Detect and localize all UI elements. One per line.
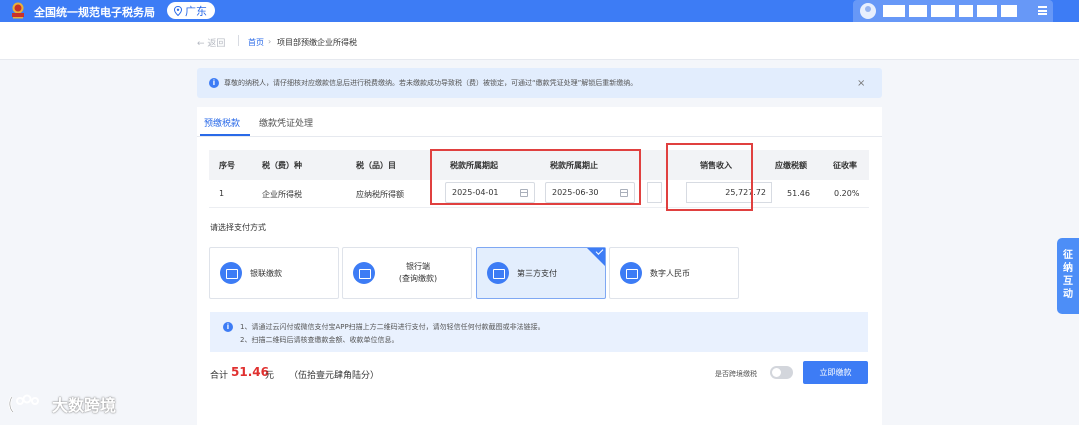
digital-rmb-icon — [620, 262, 642, 284]
side-tab-char: 纳 — [1063, 263, 1073, 274]
col-tax-due: 应缴税额 — [775, 161, 807, 170]
menu-icon[interactable] — [1038, 6, 1047, 15]
side-tab-char: 动 — [1063, 289, 1073, 300]
col-tax-type: 税（费）种 — [262, 161, 302, 170]
user-name-redacted — [883, 5, 1033, 17]
pay-option-third-party[interactable]: 第三方支付 — [476, 247, 606, 299]
breadcrumb-current: 项目部预缴企业所得税 — [277, 38, 357, 47]
payment-method-label: 请选择支付方式 — [210, 223, 266, 232]
region-selector[interactable]: 广东 — [167, 2, 215, 19]
pay-option-label: 银联缴款 — [250, 269, 282, 278]
pay-option-digital-rmb[interactable]: 数字人民币 — [609, 247, 739, 299]
side-tab-char: 征 — [1063, 250, 1073, 261]
location-pin-icon — [173, 5, 183, 16]
back-link[interactable]: ← 返回 — [197, 36, 225, 49]
breadcrumb: ← 返回 首页 › 项目部预缴企业所得税 — [0, 22, 1079, 60]
notice-close-button[interactable]: × — [857, 78, 865, 89]
pay-option-sublabel: (查询缴款) — [398, 274, 438, 283]
tab-divider — [197, 136, 882, 137]
pay-now-button[interactable]: 立即缴款 — [803, 361, 868, 384]
region-label: 广东 — [185, 4, 207, 18]
notice-banner: i 尊敬的纳税人，请仔细核对应缴款信息后进行税费缴纳。若未缴款成功导致税（费）被… — [197, 68, 882, 98]
user-menu[interactable] — [853, 0, 1053, 22]
total-amount: 51.46 — [231, 365, 269, 379]
col-rate: 征收率 — [833, 161, 857, 170]
payment-tip: i 1、请通过云闪付或微信支付宝APP扫描上方二维码进行支付，请勿轻信任何付款截… — [210, 312, 868, 352]
top-bar: 全国统一规范电子税务局 广东 — [0, 0, 1079, 22]
row-tax-item: 应纳税所得额 — [356, 190, 404, 199]
bank-card-icon — [353, 262, 375, 284]
total-in-chinese: （伍拾壹元肆角陆分） — [289, 371, 380, 381]
app-title: 全国统一规范电子税务局 — [34, 6, 155, 19]
tip-line-2: 2、扫描二维码后请核查缴款金额、收款单位信息。 — [240, 336, 399, 344]
row-tax-type: 企业所得税 — [262, 190, 302, 199]
tip-line-1: 1、请通过云闪付或微信支付宝APP扫描上方二维码进行支付，请勿轻信任何付款截图或… — [240, 323, 545, 331]
side-tab-char: 互 — [1063, 276, 1073, 287]
pay-option-label: 第三方支付 — [517, 269, 557, 278]
row-rate: 0.20% — [834, 189, 860, 198]
avatar — [860, 3, 876, 19]
info-icon: i — [209, 78, 219, 88]
highlight-box-sales — [666, 143, 753, 211]
breadcrumb-arrow: › — [268, 37, 272, 46]
pay-option-unionpay[interactable]: 银联缴款 — [209, 247, 339, 299]
pay-option-label: 数字人民币 — [650, 269, 690, 278]
breadcrumb-home[interactable]: 首页 — [248, 37, 264, 48]
cross-border-toggle[interactable] — [770, 366, 793, 379]
info-icon: i — [223, 322, 233, 332]
tax-emblem-icon — [12, 2, 24, 19]
watermark: 大数跨境 — [8, 392, 116, 416]
notice-text: 尊敬的纳税人，请仔细核对应缴款信息后进行税费缴纳。若未缴款成功导致税（费）被锁定… — [224, 79, 638, 87]
side-tab-interaction[interactable]: 征 纳 互 动 — [1057, 238, 1079, 314]
total-label: 合计 — [210, 371, 229, 381]
col-tax-item: 税（品）目 — [356, 161, 396, 170]
row-index: 1 — [219, 189, 225, 198]
col-index: 序号 — [219, 161, 235, 170]
pay-option-label: 银行端 — [406, 262, 430, 271]
watermark-logo-icon — [8, 394, 39, 413]
cross-border-label: 是否跨境缴税 — [715, 370, 757, 378]
tab-prepay-tax[interactable]: 预缴税款 — [204, 116, 240, 129]
wallet-icon — [487, 262, 509, 284]
tab-payment-voucher[interactable]: 缴款凭证处理 — [259, 116, 313, 129]
breadcrumb-divider — [238, 35, 239, 46]
row-tax-due: 51.46 — [787, 189, 810, 198]
highlight-box-period — [430, 149, 641, 205]
total-unit: 元 — [265, 371, 275, 381]
watermark-text: 大数跨境 — [52, 396, 117, 415]
blank-field[interactable] — [647, 182, 662, 203]
main-card: 预缴税款 缴款凭证处理 序号 税（费）种 税（品）目 税款所属期起 税款所属期止… — [197, 107, 882, 425]
pay-option-bank[interactable]: 银行端 (查询缴款) — [342, 247, 472, 299]
unionpay-icon — [220, 262, 242, 284]
